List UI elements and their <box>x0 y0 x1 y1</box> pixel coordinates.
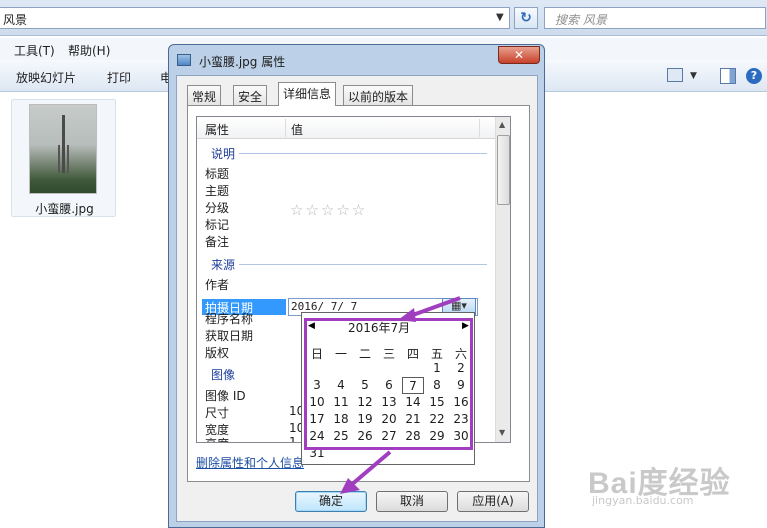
apply-button[interactable]: 应用(A) <box>457 491 529 512</box>
scroll-thumb[interactable] <box>497 135 510 205</box>
close-button[interactable]: ✕ <box>498 46 540 64</box>
refresh-icon[interactable]: ↻ <box>514 7 538 29</box>
dialog-title: 小蛮腰.jpg 属性 <box>199 55 286 69</box>
cancel-button[interactable]: 取消 <box>376 491 448 512</box>
group-description: 说明 <box>211 147 236 161</box>
image-file-icon <box>177 54 191 66</box>
tab-details[interactable]: 详细信息 <box>278 82 337 106</box>
tab-previous-versions[interactable]: 以前的版本 <box>343 85 414 105</box>
group-image: 图像 <box>211 368 236 382</box>
prop-height[interactable]: 高度 <box>205 435 229 442</box>
prop-image-id[interactable]: 图像 ID <box>205 387 246 404</box>
tower-base-shape <box>58 145 69 173</box>
scroll-up-icon[interactable]: ▲ <box>499 120 505 129</box>
group-origin: 来源 <box>211 258 236 272</box>
address-input[interactable]: 风景 ▼ <box>0 7 510 29</box>
file-name: 小蛮腰.jpg <box>35 202 94 216</box>
address-text: 风景 <box>3 13 28 27</box>
preview-pane-icon[interactable] <box>720 68 736 84</box>
prop-comments[interactable]: 备注 <box>205 233 229 250</box>
prop-rating[interactable]: 分级 <box>205 199 229 216</box>
prop-title[interactable]: 标题 <box>205 165 229 182</box>
tab-security[interactable]: 安全 <box>233 85 268 105</box>
address-bar: 风景 ▼ ↻ 搜索 风景 <box>0 0 767 36</box>
search-placeholder: 搜索 风景 <box>555 13 607 27</box>
height-value: 1 <box>289 435 297 443</box>
calendar-highlight-frame <box>304 318 473 450</box>
menu-tools[interactable]: 工具(T) <box>14 42 55 59</box>
remove-properties-link[interactable]: 删除属性和个人信息 <box>196 454 304 471</box>
calendar-icon: ▦▾ <box>451 299 467 312</box>
scroll-down-icon[interactable]: ▼ <box>499 428 505 437</box>
slideshow-button[interactable]: 放映幻灯片 <box>16 69 76 86</box>
rating-stars[interactable]: ☆☆☆☆☆ <box>290 201 367 219</box>
prop-dimensions[interactable]: 尺寸 <box>205 404 229 421</box>
column-property[interactable]: 属性 <box>205 121 229 138</box>
search-input[interactable]: 搜索 风景 <box>544 7 766 29</box>
group-divider <box>239 153 487 154</box>
prop-date-acquired[interactable]: 获取日期 <box>205 327 253 344</box>
file-thumbnail <box>29 104 97 194</box>
list-header: 属性 值 <box>197 117 495 139</box>
print-button[interactable]: 打印 <box>107 69 131 86</box>
view-options-icon[interactable] <box>667 68 683 82</box>
column-divider[interactable] <box>479 119 480 137</box>
prop-copyright[interactable]: 版权 <box>205 344 229 361</box>
baidu-watermark: Bai度经验 jingyan.baidu.com <box>588 458 758 518</box>
column-value[interactable]: 值 <box>291 121 303 138</box>
tab-general[interactable]: 常规 <box>187 85 222 105</box>
group-divider <box>239 264 487 265</box>
column-divider[interactable] <box>285 119 286 137</box>
prop-tags[interactable]: 标记 <box>205 216 229 233</box>
menu-help[interactable]: 帮助(H) <box>68 42 110 59</box>
help-icon[interactable]: ? <box>746 68 762 84</box>
ok-button[interactable]: 确定 <box>295 491 367 512</box>
watermark-url: jingyan.baidu.com <box>592 494 694 507</box>
prop-program-name[interactable]: 程序名称 <box>205 310 253 327</box>
file-item[interactable]: 小蛮腰.jpg <box>11 99 116 217</box>
chevron-down-icon[interactable]: ▼ <box>496 12 504 23</box>
chevron-down-icon[interactable]: ▼ <box>690 71 697 81</box>
prop-author[interactable]: 作者 <box>205 276 229 293</box>
prop-subject[interactable]: 主题 <box>205 182 229 199</box>
vertical-scrollbar[interactable]: ▲ ▼ <box>495 117 510 442</box>
